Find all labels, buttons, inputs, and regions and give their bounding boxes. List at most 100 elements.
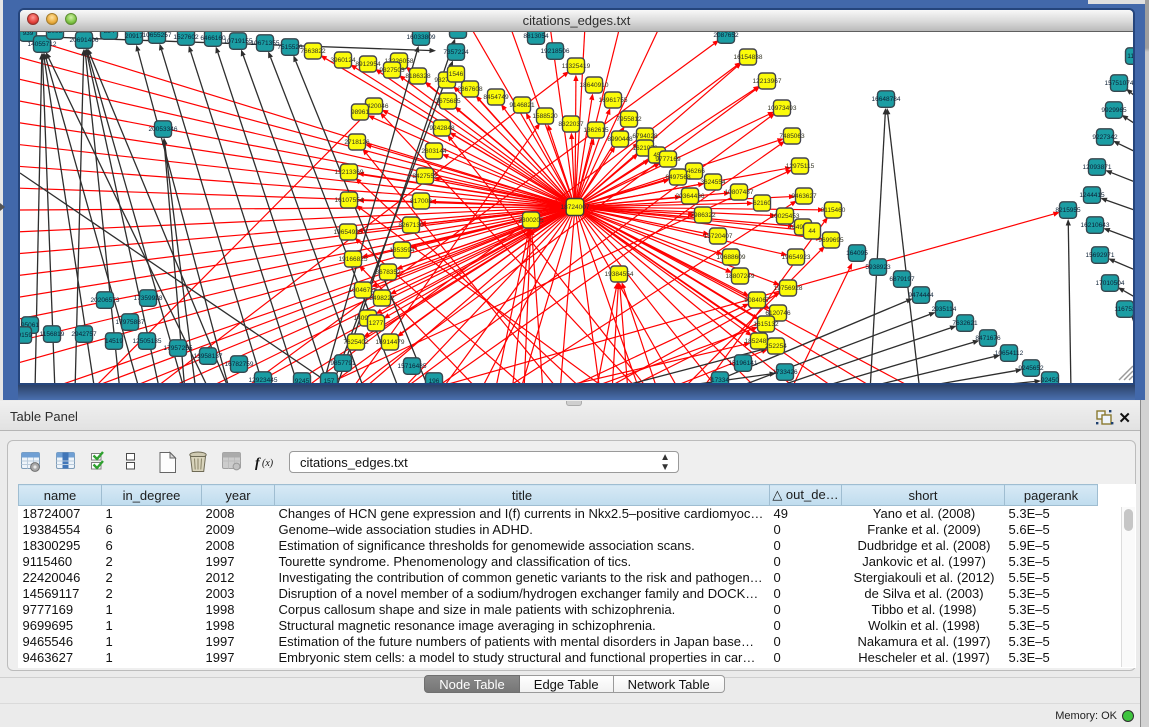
svg-text:10671355: 10671355: [251, 40, 280, 47]
svg-text:44: 44: [808, 228, 816, 235]
svg-text:10973493: 10973493: [768, 105, 797, 112]
svg-text:252254: 252254: [765, 343, 787, 350]
svg-text:92450: 92450: [1041, 377, 1059, 383]
svg-text:157: 157: [324, 378, 335, 383]
svg-text:531: 531: [453, 32, 464, 34]
svg-text:9084067: 9084067: [744, 297, 770, 304]
svg-text:9227342: 9227342: [1092, 134, 1118, 141]
svg-text:16961755: 16961755: [599, 97, 628, 104]
svg-text:8471676: 8471676: [975, 335, 1001, 342]
svg-text:20691406: 20691406: [70, 37, 99, 44]
svg-text:12505135: 12505135: [133, 338, 162, 345]
svg-text:164095: 164095: [846, 250, 868, 257]
svg-text:20053346: 20053346: [149, 126, 178, 133]
svg-text:2803144: 2803144: [421, 148, 447, 155]
svg-text:6879197: 6879197: [889, 276, 915, 283]
svg-text:9474444: 9474444: [908, 292, 934, 299]
svg-text:13958137: 13958137: [194, 353, 223, 360]
svg-text:9242848: 9242848: [429, 125, 455, 132]
svg-text:17010504: 17010504: [1096, 280, 1125, 287]
svg-text:8267130: 8267130: [398, 222, 424, 229]
svg-text:19654925: 19654925: [334, 229, 363, 236]
svg-text:7625402: 7625402: [343, 339, 369, 346]
svg-text:3498222: 3498222: [369, 295, 395, 302]
svg-text:2942757: 2942757: [71, 331, 97, 338]
svg-text:98961: 98961: [351, 109, 369, 116]
svg-text:9245: 9245: [295, 378, 310, 383]
svg-text:17334: 17334: [711, 377, 729, 383]
svg-text:16154838: 16154838: [734, 54, 763, 61]
svg-text:3960124: 3960124: [330, 57, 356, 64]
svg-text:1117: 1117: [1127, 53, 1133, 60]
svg-text:8912954: 8912954: [355, 61, 381, 68]
svg-text:(x): (x): [262, 458, 274, 469]
svg-text:14055712: 14055712: [28, 41, 57, 48]
svg-text:1353594: 1353594: [389, 247, 415, 254]
svg-text:62160: 62160: [753, 200, 771, 207]
svg-text:939: 939: [23, 32, 34, 37]
svg-text:11325419: 11325419: [562, 63, 591, 70]
svg-text:18724007: 18724007: [561, 204, 590, 211]
svg-text:7986322: 7986322: [690, 212, 716, 219]
svg-text:18807249: 18807249: [726, 273, 755, 280]
svg-text:817008: 817008: [410, 198, 432, 205]
svg-text:6794028: 6794028: [632, 133, 658, 140]
svg-text:18640910: 18640910: [580, 82, 609, 89]
svg-text:14519: 14519: [105, 338, 123, 345]
svg-text:3675685: 3675685: [435, 98, 461, 105]
svg-text:10654112: 10654112: [995, 350, 1024, 357]
svg-text:9777169: 9777169: [655, 156, 681, 163]
svg-text:16914479: 16914479: [376, 339, 405, 346]
svg-text:1527602: 1527602: [173, 34, 199, 41]
svg-text:2093: 2093: [48, 32, 63, 35]
svg-text:7485063: 7485063: [779, 133, 805, 140]
svg-text:2300205: 2300205: [518, 217, 544, 224]
svg-text:5938923: 5938923: [865, 264, 891, 271]
svg-text:8990448: 8990448: [607, 136, 633, 143]
svg-text:9857791: 9857791: [330, 360, 356, 367]
svg-text:10688609: 10688609: [717, 254, 746, 261]
svg-text:17975887: 17975887: [116, 319, 145, 326]
svg-text:8215955: 8215955: [1055, 207, 1081, 214]
svg-text:7955812: 7955812: [616, 116, 642, 123]
svg-text:10025453: 10025453: [771, 213, 800, 220]
svg-text:9699695: 9699695: [818, 237, 844, 244]
svg-text:15751074: 15751074: [1105, 80, 1133, 87]
svg-text:1362615: 1362615: [583, 127, 609, 134]
svg-text:2718126: 2718126: [344, 139, 370, 146]
svg-text:15720407: 15720407: [704, 233, 733, 240]
svg-text:7663822: 7663822: [300, 48, 326, 55]
svg-text:8427552: 8427552: [412, 173, 438, 180]
svg-text:9327503: 9327503: [379, 67, 405, 74]
svg-text:1244415: 1244415: [1079, 192, 1105, 199]
svg-text:116753: 116753: [1114, 306, 1133, 313]
svg-text:20206573: 20206573: [91, 297, 120, 304]
svg-text:1615132: 1615132: [753, 321, 779, 328]
svg-text:8678352: 8678352: [375, 269, 401, 276]
svg-text:19756928: 19756928: [774, 285, 803, 292]
svg-text:20364436: 20364436: [676, 193, 705, 200]
svg-text:6497568: 6497568: [665, 174, 691, 181]
svg-text:15716485: 15716485: [398, 363, 427, 370]
svg-text:1546: 1546: [449, 71, 464, 78]
svg-text:8813054: 8813054: [523, 33, 549, 40]
svg-text:9146821: 9146821: [509, 102, 535, 109]
svg-text:884: 884: [104, 32, 115, 35]
svg-text:1588520: 1588520: [532, 113, 558, 120]
svg-text:f: f: [255, 456, 261, 471]
svg-text:19218506: 19218506: [541, 48, 570, 55]
svg-text:12923445: 12923445: [249, 377, 278, 383]
svg-text:1733426: 1733426: [772, 369, 798, 376]
svg-text:7515526: 7515526: [277, 44, 303, 51]
svg-text:20917: 20917: [125, 33, 143, 40]
svg-text:2087652: 2087652: [713, 32, 739, 39]
svg-text:16648784: 16648784: [872, 96, 901, 103]
svg-text:10719155: 10719155: [224, 38, 253, 45]
svg-text:16210643: 16210643: [1081, 222, 1110, 229]
svg-text:16107554: 16107554: [335, 197, 364, 204]
svg-text:9115460: 9115460: [821, 207, 846, 214]
svg-text:9929965: 9929965: [1101, 107, 1127, 114]
svg-text:12093871: 12093871: [1083, 164, 1112, 171]
svg-text:16782759: 16782759: [225, 361, 254, 368]
svg-text:8186328: 8186328: [405, 73, 431, 80]
